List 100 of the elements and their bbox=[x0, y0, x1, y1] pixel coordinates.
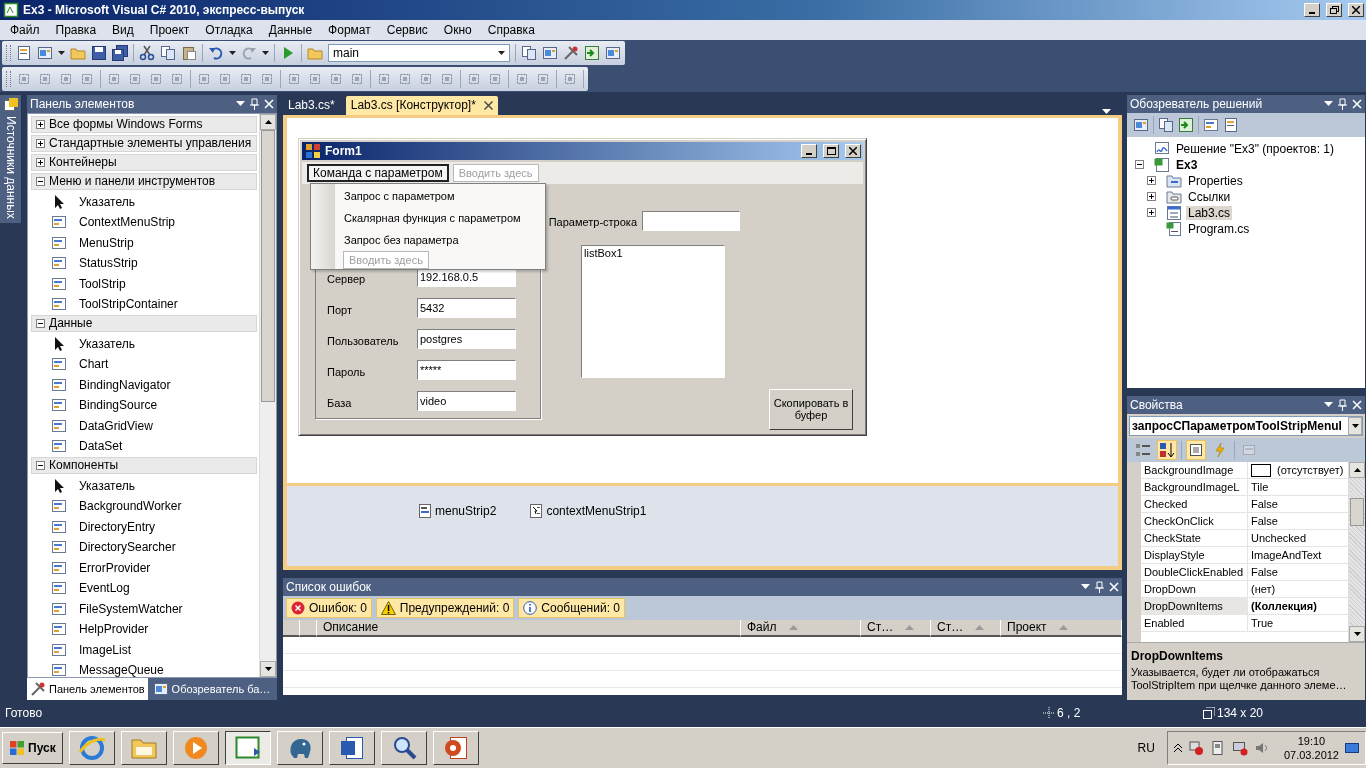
copy-button[interactable]: Скопировать в буфер bbox=[769, 388, 853, 430]
caret-icon[interactable] bbox=[229, 50, 236, 55]
pin-icon[interactable] bbox=[1095, 580, 1104, 593]
scrollbar[interactable] bbox=[259, 113, 276, 677]
toolbox-item[interactable]: DataSet bbox=[79, 439, 123, 454]
toolbox-item[interactable]: DirectorySearcher bbox=[79, 540, 176, 555]
dropdown-icon[interactable] bbox=[1081, 583, 1090, 590]
dropdown-icon[interactable] bbox=[1324, 401, 1333, 408]
input-field[interactable]: video bbox=[417, 390, 516, 411]
menu-item[interactable]: Запрос без параметра bbox=[311, 229, 545, 251]
input-field[interactable]: ***** bbox=[417, 359, 516, 380]
menu-item[interactable]: Файл bbox=[2, 22, 48, 37]
language-indicator[interactable]: RU bbox=[1137, 741, 1155, 756]
panel-tab[interactable]: Панель элементов bbox=[27, 677, 148, 700]
menu-item[interactable]: Формат bbox=[320, 22, 379, 37]
document-tab[interactable]: Lab3.cs* bbox=[283, 95, 340, 115]
toolbox-item[interactable]: Указатель bbox=[79, 194, 135, 209]
property-value[interactable]: (отсутствует) bbox=[1277, 464, 1344, 477]
menu-item[interactable]: Команда с параметром bbox=[307, 163, 449, 182]
copy-icon[interactable] bbox=[160, 44, 176, 61]
toolbox-item[interactable]: ContextMenuStrip bbox=[79, 215, 176, 230]
maximize-button[interactable] bbox=[823, 143, 839, 158]
property-name[interactable]: DisplayStyle bbox=[1141, 546, 1248, 563]
menu-item[interactable]: Правка bbox=[47, 22, 105, 37]
property-name[interactable]: Enabled bbox=[1141, 614, 1248, 631]
new-project-icon[interactable] bbox=[16, 44, 32, 61]
minimize-button[interactable] bbox=[801, 143, 817, 158]
property-value[interactable]: Tile bbox=[1251, 481, 1269, 494]
tree-item[interactable]: Lab3.cs bbox=[1186, 205, 1233, 220]
tree-item[interactable]: Program.cs bbox=[1186, 221, 1252, 236]
copy-icon[interactable] bbox=[1158, 116, 1174, 133]
pin-icon[interactable] bbox=[1338, 97, 1347, 110]
property-value[interactable]: (нет) bbox=[1251, 583, 1276, 596]
property-name[interactable]: DropDown bbox=[1141, 580, 1248, 597]
scroll-thumb[interactable] bbox=[1350, 497, 1364, 526]
toolbox-item[interactable]: FileSystemWatcher bbox=[79, 601, 183, 616]
caret-icon[interactable] bbox=[58, 50, 65, 55]
import-icon[interactable] bbox=[584, 44, 600, 61]
expand-toggle[interactable] bbox=[1147, 176, 1156, 186]
maximize-button[interactable] bbox=[1326, 2, 1342, 17]
toolbox-item[interactable]: Chart bbox=[79, 357, 109, 372]
toolbar-button[interactable] bbox=[1186, 439, 1206, 460]
paste-icon[interactable] bbox=[181, 44, 197, 61]
tray-component[interactable]: contextMenuStrip1 bbox=[546, 503, 647, 518]
toolbox-item[interactable]: Указатель bbox=[79, 478, 135, 493]
menu-item[interactable]: Сервис bbox=[378, 22, 436, 37]
expand-toggle[interactable] bbox=[36, 318, 45, 328]
expand-toggle[interactable] bbox=[36, 138, 45, 148]
property-value[interactable]: (Коллекция) bbox=[1251, 600, 1317, 613]
clock-time[interactable]: 19:10 bbox=[1297, 734, 1326, 749]
side-tab[interactable]: Источники данных bbox=[0, 94, 22, 224]
network-icon[interactable] bbox=[1187, 740, 1204, 757]
add-item-icon[interactable] bbox=[37, 44, 53, 61]
tree-item[interactable]: Решение "Ex3" (проектов: 1) bbox=[1174, 141, 1336, 156]
menu-item[interactable]: Проект bbox=[141, 22, 198, 37]
input-field[interactable] bbox=[642, 210, 740, 231]
toolbox-item[interactable]: BindingNavigator bbox=[79, 377, 171, 392]
property-value[interactable]: ImageAndText bbox=[1251, 549, 1322, 562]
tree-item[interactable]: Ex3 bbox=[1174, 157, 1200, 172]
monitor-icon[interactable] bbox=[1231, 740, 1248, 757]
taskbar-button[interactable] bbox=[224, 731, 271, 766]
toolbox-item[interactable]: BindingSource bbox=[79, 398, 158, 413]
expand-toggle[interactable] bbox=[36, 460, 45, 470]
property-value[interactable]: False bbox=[1251, 498, 1278, 511]
panel-tab[interactable]: Обозреватель ба… bbox=[149, 677, 274, 700]
menu-item[interactable]: Вид bbox=[104, 22, 142, 37]
tools-icon[interactable] bbox=[563, 44, 579, 61]
save-all-icon[interactable] bbox=[112, 44, 128, 61]
clock-date[interactable]: 07.03.2012 bbox=[1283, 748, 1339, 763]
property-value[interactable]: False bbox=[1251, 515, 1278, 528]
toolbox-item[interactable]: ToolStripContainer bbox=[79, 297, 178, 312]
property-name[interactable]: Checked bbox=[1141, 495, 1248, 512]
close-button[interactable] bbox=[1348, 2, 1364, 17]
device-icon[interactable] bbox=[1209, 740, 1226, 757]
close-icon[interactable] bbox=[483, 100, 493, 110]
filter-button[interactable]: Сообщений: 0 bbox=[518, 597, 625, 618]
expand-toggle[interactable] bbox=[36, 157, 45, 167]
toolbox-item[interactable]: DataGridView bbox=[79, 418, 153, 433]
input-field[interactable]: postgres bbox=[417, 328, 516, 349]
tree-item[interactable]: Properties bbox=[1186, 173, 1245, 188]
show-desktop-icon[interactable] bbox=[1345, 741, 1359, 756]
toolbox-item[interactable]: BackgroundWorker bbox=[79, 499, 182, 514]
dropdown-icon[interactable] bbox=[236, 100, 245, 107]
pin-icon[interactable] bbox=[250, 97, 259, 110]
toolbox-item[interactable]: StatusStrip bbox=[79, 256, 138, 271]
toolbox-item[interactable]: ToolStrip bbox=[79, 276, 126, 291]
menu-item[interactable]: Справка bbox=[479, 22, 543, 37]
tray-component[interactable]: menuStrip2 bbox=[435, 503, 497, 518]
caret-icon[interactable] bbox=[262, 50, 269, 55]
menu-item[interactable]: Скалярная функция с параметром bbox=[311, 207, 545, 230]
expand-toggle[interactable] bbox=[36, 176, 45, 186]
toolbox-item[interactable]: HelpProvider bbox=[79, 622, 149, 637]
save-icon[interactable] bbox=[91, 44, 107, 61]
chevron-up-icon[interactable] bbox=[1173, 744, 1182, 753]
input-field[interactable]: 5432 bbox=[417, 297, 516, 318]
menu-item[interactable]: Окно bbox=[435, 22, 480, 37]
pin-icon[interactable] bbox=[1338, 398, 1347, 411]
property-value[interactable]: Unchecked bbox=[1251, 532, 1307, 545]
property-value[interactable]: False bbox=[1251, 566, 1278, 579]
dropdown-icon[interactable] bbox=[1324, 100, 1333, 107]
